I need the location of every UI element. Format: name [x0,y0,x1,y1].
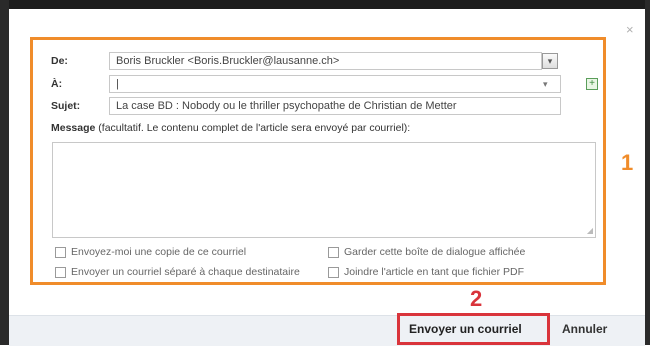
from-select[interactable]: Boris Bruckler <Boris.Bruckler@lausanne.… [109,52,542,70]
option-separate-label: Envoyer un courriel séparé à chaque dest… [71,266,300,278]
option-pdf-checkbox[interactable] [328,267,339,278]
message-textarea[interactable]: ◢ [52,142,596,238]
option-keep-open-label: Garder cette boîte de dialogue affichée [344,246,526,258]
to-input[interactable]: | [109,75,561,93]
window-left-edge [0,0,9,345]
to-label: À: [51,78,63,90]
option-keep-open-checkbox[interactable] [328,247,339,258]
annotation-number-2: 2 [470,286,483,311]
chevron-down-icon: ▾ [547,56,553,66]
subject-input[interactable]: La case BD : Nobody ou le thriller psych… [109,97,561,115]
from-dropdown-button[interactable]: ▾ [542,53,558,69]
option-separate-checkbox[interactable] [55,267,66,278]
option-copy-checkbox[interactable] [55,247,66,258]
message-label: Message (facultatif. Le contenu complet … [51,122,410,134]
from-label: De: [51,55,68,67]
chevron-down-icon[interactable]: ▾ [543,79,548,90]
subject-label: Sujet: [51,100,81,112]
window-right-edge [645,0,650,345]
resize-grip-icon[interactable]: ◢ [587,226,593,235]
annotation-number-1: 1 [621,150,634,175]
close-icon[interactable]: × [626,22,634,37]
option-pdf-label: Joindre l'article en tant que fichier PD… [344,266,525,278]
window-top-bar [0,0,650,9]
option-copy-label: Envoyez-moi une copie de ce courriel [71,246,247,258]
message-label-note: (facultatif. Le contenu complet de l'art… [95,122,411,134]
address-book-icon[interactable]: + [586,78,598,90]
cancel-button[interactable]: Annuler [562,322,607,336]
message-label-bold: Message [51,122,96,134]
send-email-button[interactable]: Envoyer un courriel [409,322,522,336]
